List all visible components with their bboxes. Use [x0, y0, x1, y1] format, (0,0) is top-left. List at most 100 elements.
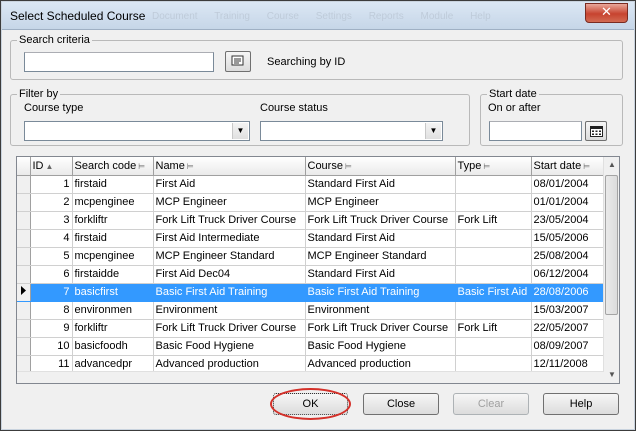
background-menu-item: Reports [368, 11, 404, 22]
calendar-button[interactable] [585, 121, 607, 141]
close-button-label: Close [386, 398, 416, 410]
table-row[interactable]: 1 firstaid First Aid Standard First Aid … [17, 175, 605, 194]
course-grid[interactable]: ID ▲ Search code ⊨ Name ⊨ Course ⊨ Type ⊨ Sta… [16, 156, 620, 384]
table-row[interactable]: 9 forkliftr Fork Lift Truck Driver Cours… [17, 319, 605, 338]
vertical-scrollbar[interactable]: ▲ ▼ [603, 157, 619, 383]
cell-type [455, 265, 532, 284]
cell-search-code: mcpenginee [72, 247, 154, 266]
column-header-label: Course [307, 159, 343, 172]
scroll-up-icon[interactable]: ▲ [604, 157, 619, 173]
cell-search-code: firstaidde [72, 265, 154, 284]
cell-type [455, 193, 532, 212]
cell-start-date: 08/01/2004 [531, 175, 605, 194]
cell-type: Fork Lift [455, 319, 532, 338]
course-type-select[interactable]: ▼ [24, 121, 250, 141]
cell-id: 2 [30, 193, 73, 212]
lookup-button[interactable] [225, 51, 251, 72]
cell-type [455, 175, 532, 194]
cell-id: 7 [30, 283, 73, 302]
cell-start-date: 25/08/2004 [531, 247, 605, 266]
course-table: ID ▲ Search code ⊨ Name ⊨ Course ⊨ Type ⊨ Sta… [17, 157, 605, 374]
search-input[interactable] [24, 52, 214, 72]
cell-search-code: forkliftr [72, 319, 154, 338]
cell-id: 10 [30, 337, 73, 356]
column-header-search-code[interactable]: Search code ⊨ [72, 157, 154, 176]
course-status-select[interactable]: ▼ [260, 121, 443, 141]
cell-type [455, 229, 532, 248]
course-status-label: Course status [260, 102, 328, 114]
cell-course: Basic First Aid Training [305, 283, 456, 302]
column-header-name[interactable]: Name ⊨ [153, 157, 306, 176]
start-date-legend: Start date [487, 87, 539, 101]
calendar-icon [589, 125, 603, 137]
cell-search-code: basicfoodh [72, 337, 154, 356]
cell-id: 5 [30, 247, 73, 266]
dropdown-arrow-icon[interactable]: ▼ [425, 123, 441, 139]
table-row[interactable]: 3 forkliftr Fork Lift Truck Driver Cours… [17, 211, 605, 230]
start-date-input[interactable] [489, 121, 582, 141]
title-bar[interactable]: Select Scheduled Course Document Trainin… [2, 2, 634, 30]
filter-group: Filter by Course type ▼ Course status ▼ [10, 87, 470, 146]
cell-start-date: 23/05/2004 [531, 211, 605, 230]
cell-start-date: 15/05/2006 [531, 229, 605, 248]
cell-search-code: basicfirst [72, 283, 154, 302]
column-header-label: ID [32, 159, 44, 172]
cell-type [455, 301, 532, 320]
cell-name: First Aid Intermediate [153, 229, 306, 248]
column-header-course[interactable]: Course ⊨ [305, 157, 456, 176]
row-indicator [17, 247, 31, 266]
table-row[interactable]: 6 firstaidde First Aid Dec04 Standard Fi… [17, 265, 605, 284]
row-indicator [17, 211, 31, 230]
column-header-id[interactable]: ID ▲ [30, 157, 73, 176]
table-row[interactable]: 10 basicfoodh Basic Food Hygiene Basic F… [17, 337, 605, 356]
cell-course: Fork Lift Truck Driver Course [305, 211, 456, 230]
sort-icon: ⊨ [344, 161, 352, 171]
cell-search-code: firstaid [72, 175, 154, 194]
column-header-label: Search code [74, 159, 137, 172]
cell-start-date: 01/01/2004 [531, 193, 605, 212]
cell-start-date: 08/09/2007 [531, 337, 605, 356]
close-icon[interactable]: ✕ [585, 3, 628, 23]
column-header-start-date[interactable]: Start date ⊨ [531, 157, 605, 176]
horizontal-scrollbar[interactable] [17, 371, 604, 383]
cell-course: Standard First Aid [305, 175, 456, 194]
cell-course: Basic Food Hygiene [305, 337, 456, 356]
cell-id: 1 [30, 175, 73, 194]
column-header-label: Type [457, 159, 482, 172]
column-header-label: Name [155, 159, 185, 172]
cell-name: Fork Lift Truck Driver Course [153, 211, 306, 230]
row-indicator [17, 301, 31, 320]
row-indicator-header [17, 157, 31, 176]
table-row[interactable]: 2 mcpenginee MCP Engineer MCP Engineer 0… [17, 193, 605, 212]
cell-start-date: 28/08/2006 [531, 283, 605, 302]
scroll-down-icon[interactable]: ▼ [604, 367, 619, 383]
dialog-window: Select Scheduled Course Document Trainin… [0, 0, 636, 431]
table-row-selected[interactable]: 7 basicfirst Basic First Aid Training Ba… [17, 283, 605, 302]
sort-icon: ⊨ [583, 161, 591, 171]
cell-type: Fork Lift [455, 211, 532, 230]
search-criteria-legend: Search criteria [17, 33, 92, 47]
cell-name: First Aid [153, 175, 306, 194]
table-row[interactable]: 4 firstaid First Aid Intermediate Standa… [17, 229, 605, 248]
row-indicator [17, 175, 31, 194]
dropdown-arrow-icon[interactable]: ▼ [232, 123, 248, 139]
cell-name: Environment [153, 301, 306, 320]
table-row[interactable]: 5 mcpenginee MCP Engineer Standard MCP E… [17, 247, 605, 266]
close-button[interactable]: Close [363, 393, 439, 415]
filter-legend: Filter by [17, 87, 61, 101]
cell-id: 4 [30, 229, 73, 248]
cell-start-date: 22/05/2007 [531, 319, 605, 338]
column-header-type[interactable]: Type ⊨ [455, 157, 532, 176]
course-type-label: Course type [24, 102, 84, 114]
cell-course: Standard First Aid [305, 265, 456, 284]
scroll-thumb[interactable] [605, 175, 618, 315]
clear-button: Clear [453, 393, 529, 415]
cell-course: MCP Engineer [305, 193, 456, 212]
help-button[interactable]: Help [543, 393, 619, 415]
table-row[interactable]: 8 environmen Environment Environment 15/… [17, 301, 605, 320]
row-pointer-icon [17, 283, 31, 302]
cell-id: 6 [30, 265, 73, 284]
help-button-label: Help [569, 398, 593, 410]
cell-name: First Aid Dec04 [153, 265, 306, 284]
sort-icon: ⊨ [138, 161, 146, 171]
